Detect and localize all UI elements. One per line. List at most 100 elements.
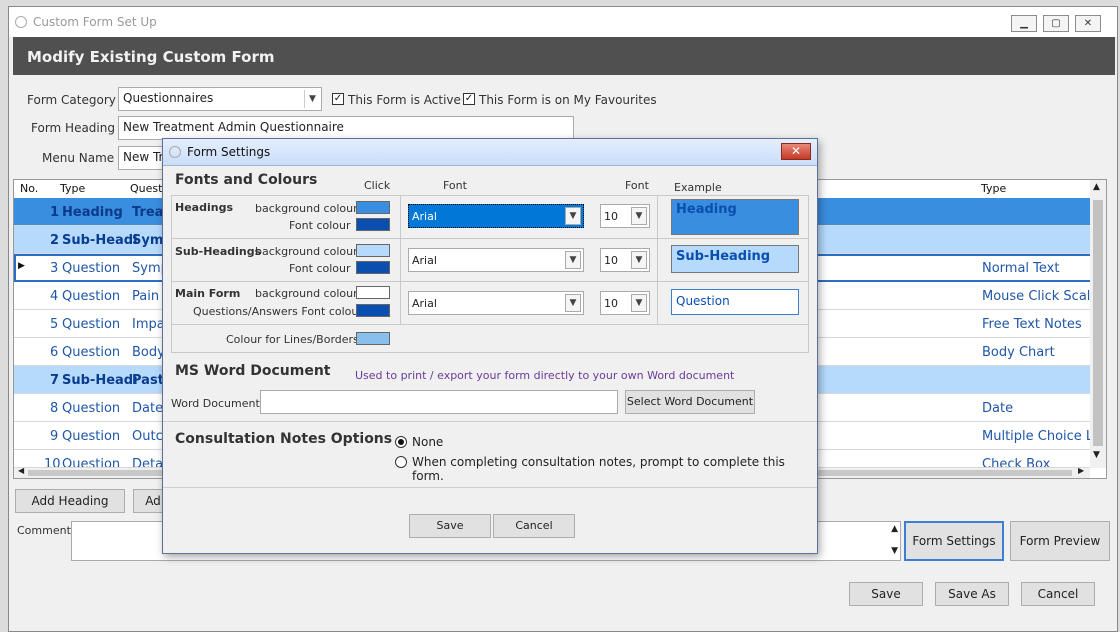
row-no: 5 <box>50 317 59 332</box>
row-type: Question <box>62 345 121 360</box>
cancel-button[interactable]: Cancel <box>1021 582 1095 606</box>
sub-headings-font-swatch[interactable] <box>356 261 390 274</box>
row-type: Question <box>62 261 121 276</box>
divider <box>172 324 808 325</box>
row-no: 7 <box>50 373 60 388</box>
qa-font-colour-label: Questions/Answers Font colour <box>193 305 363 318</box>
comments-label: Comments <box>17 524 77 537</box>
main-form-size-value: 10 <box>604 297 618 310</box>
dialog-cancel-button[interactable]: Cancel <box>493 514 575 538</box>
divider <box>657 196 658 324</box>
row-marker-icon: ▶ <box>18 261 25 271</box>
add-heading-button[interactable]: Add Heading <box>15 489 125 513</box>
word-document-note: Used to print / export your form directl… <box>355 369 735 382</box>
main-form-bg-swatch[interactable] <box>356 286 390 299</box>
column-header-font: Font <box>443 179 467 192</box>
column-header-click: Click <box>364 179 391 192</box>
lines-colour-label: Colour for Lines/Borders <box>226 333 359 346</box>
option-none-label: None <box>412 435 444 449</box>
form-preview-button[interactable]: Form Preview <box>1010 521 1110 561</box>
divider <box>400 196 401 324</box>
headings-font-select[interactable]: Arial ▼ <box>408 204 584 228</box>
row-no: 1 <box>50 205 60 220</box>
page-header: Modify Existing Custom Form <box>13 37 1115 75</box>
dialog-title-bar: Form Settings ✕ <box>163 139 817 166</box>
row-answer-type: Body Chart <box>982 345 1055 360</box>
sub-headings-size-select[interactable]: 10 ▼ <box>600 248 650 272</box>
row-no: 3 <box>50 261 59 276</box>
option-none-radio[interactable] <box>395 436 407 448</box>
word-document-input[interactable] <box>260 390 618 414</box>
dialog-close-button[interactable]: ✕ <box>781 143 811 160</box>
row-no: 8 <box>50 401 59 416</box>
scroll-down-icon[interactable]: ▼ <box>891 546 898 556</box>
row-no: 2 <box>50 233 60 248</box>
word-document-label: Word Document <box>171 397 260 410</box>
scroll-up-icon[interactable]: ▲ <box>891 524 898 534</box>
form-active-label: This Form is Active <box>348 93 461 107</box>
headings-size-select[interactable]: 10 ▼ <box>600 204 650 228</box>
window-title: Custom Form Set Up <box>33 15 157 29</box>
form-category-select[interactable]: Questionnaires ▼ <box>118 87 322 111</box>
form-category-label: Form Category <box>27 93 116 107</box>
fonts-colours-title: Fonts and Colours <box>175 172 318 188</box>
form-heading-label: Form Heading <box>31 121 115 135</box>
scroll-thumb[interactable] <box>1093 200 1103 446</box>
scroll-right-icon[interactable]: ▶ <box>1078 466 1084 475</box>
row-type: Heading <box>62 205 123 220</box>
dialog-title: Form Settings <box>187 145 271 159</box>
divider <box>163 487 817 488</box>
maximize-button[interactable]: ▢ <box>1043 15 1069 32</box>
main-form-size-select[interactable]: 10 ▼ <box>600 291 650 315</box>
row-no: 10 <box>44 457 61 468</box>
save-button[interactable]: Save <box>849 582 923 606</box>
save-as-button[interactable]: Save As <box>935 582 1009 606</box>
consultation-notes-title: Consultation Notes Options <box>175 431 393 447</box>
dialog-save-button[interactable]: Save <box>409 514 491 538</box>
main-form-font-select[interactable]: Arial ▼ <box>408 291 584 315</box>
sub-headings-label: Sub-Headings <box>175 245 262 258</box>
word-document-title: MS Word Document <box>175 363 331 379</box>
chevron-down-icon: ▼ <box>631 294 647 312</box>
chevron-down-icon: ▼ <box>565 251 581 269</box>
chevron-down-icon: ▼ <box>631 207 647 225</box>
row-type: Sub-Headi <box>62 233 138 248</box>
headings-font-swatch[interactable] <box>356 218 390 231</box>
option-prompt-label: When completing consultation notes, prom… <box>412 455 785 483</box>
scroll-left-icon[interactable]: ◀ <box>18 466 24 475</box>
main-form-bg-label: background colour <box>255 287 358 300</box>
main-form-font-swatch[interactable] <box>356 304 390 317</box>
form-settings-button[interactable]: Form Settings <box>904 521 1004 561</box>
chevron-down-icon: ▼ <box>565 294 581 312</box>
select-word-document-button[interactable]: Select Word Document <box>625 390 755 414</box>
option-prompt-radio[interactable] <box>395 456 407 468</box>
minimize-button[interactable]: ▁ <box>1011 15 1037 32</box>
form-heading-input[interactable]: New Treatment Admin Questionnaire <box>118 116 574 140</box>
question-example: Question <box>671 289 799 315</box>
scroll-up-icon[interactable]: ▲ <box>1093 182 1100 192</box>
divider <box>172 238 808 239</box>
sub-headings-font-select[interactable]: Arial ▼ <box>408 248 584 272</box>
sub-headings-bg-label: background colour <box>255 245 358 258</box>
form-settings-dialog: Form Settings ✕ Fonts and Colours Click … <box>162 138 818 554</box>
vertical-scrollbar[interactable]: ▲ ▼ <box>1090 180 1106 468</box>
form-active-checkbox[interactable]: ✓ <box>332 93 344 105</box>
headings-font-value: Arial <box>412 210 437 223</box>
lines-colour-swatch[interactable] <box>356 332 390 345</box>
chevron-down-icon: ▼ <box>304 90 320 108</box>
row-text: Date <box>132 401 164 416</box>
close-button[interactable]: ✕ <box>1075 15 1101 32</box>
row-type: Sub-Headi <box>62 373 138 388</box>
sub-headings-bg-swatch[interactable] <box>356 244 390 257</box>
sub-headings-size-value: 10 <box>604 254 618 267</box>
row-no: 9 <box>50 429 59 444</box>
row-answer-type: Check Box <box>982 457 1051 468</box>
favourites-label: This Form is on My Favourites <box>479 93 657 107</box>
scroll-down-icon[interactable]: ▼ <box>1093 450 1100 460</box>
headings-size-value: 10 <box>604 210 618 223</box>
dialog-app-icon <box>169 146 181 158</box>
divider <box>172 281 808 282</box>
headings-bg-swatch[interactable] <box>356 201 390 214</box>
favourites-checkbox[interactable]: ✓ <box>463 93 475 105</box>
main-form-font-value: Arial <box>412 297 437 310</box>
